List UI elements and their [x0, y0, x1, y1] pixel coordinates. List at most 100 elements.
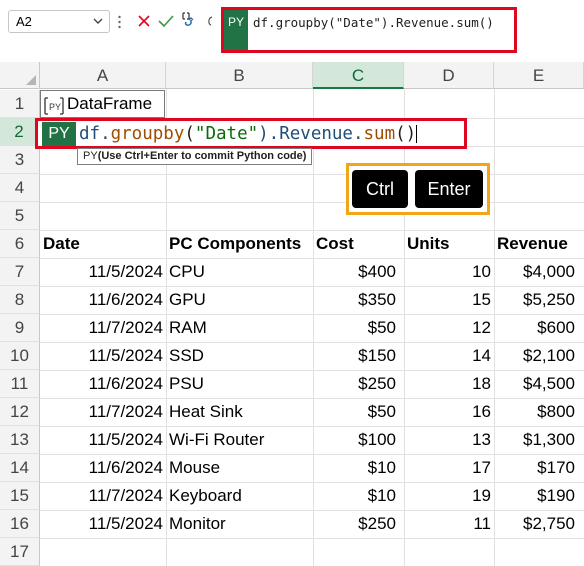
- cell-date[interactable]: 11/7/2024: [43, 398, 163, 426]
- cell-cost[interactable]: $350: [316, 286, 396, 314]
- cell-component[interactable]: Heat Sink: [169, 398, 311, 426]
- row-header-14[interactable]: 14: [0, 454, 40, 482]
- cell-cost[interactable]: $10: [316, 482, 396, 510]
- cell-units[interactable]: 19: [407, 482, 491, 510]
- formula-bar: A2 PY df.groupby("Date").Revenue.sum(): [0, 0, 584, 62]
- dataframe-icon[interactable]: PY: [43, 96, 65, 116]
- row-header-15[interactable]: 15: [0, 482, 40, 510]
- cell-date[interactable]: 11/6/2024: [43, 370, 163, 398]
- cell-date[interactable]: 11/5/2024: [43, 258, 163, 286]
- cell-component[interactable]: PSU: [169, 370, 311, 398]
- cell-date[interactable]: 11/5/2024: [43, 426, 163, 454]
- cell-component[interactable]: Wi-Fi Router: [169, 426, 311, 454]
- cell-revenue[interactable]: $5,250: [497, 286, 575, 314]
- header-date[interactable]: Date: [43, 230, 165, 258]
- cell-units[interactable]: 18: [407, 370, 491, 398]
- ctrl-key: Ctrl: [352, 170, 408, 208]
- row-header-4[interactable]: 4: [0, 174, 40, 202]
- code-token: df.: [79, 124, 111, 144]
- row-header-9[interactable]: 9: [0, 314, 40, 342]
- cell-cost[interactable]: $250: [316, 510, 396, 538]
- column-header-a[interactable]: A: [40, 62, 166, 89]
- formula-input[interactable]: PY df.groupby("Date").Revenue.sum(): [221, 7, 517, 53]
- code-token: ).Revenue.: [258, 124, 364, 144]
- cell-revenue[interactable]: $4,000: [497, 258, 575, 286]
- cell-revenue[interactable]: $1,300: [497, 426, 575, 454]
- row-header-12[interactable]: 12: [0, 398, 40, 426]
- name-box[interactable]: A2: [8, 10, 110, 33]
- select-all-corner[interactable]: [0, 62, 40, 89]
- keyboard-shortcut-callout: Ctrl Enter: [346, 163, 490, 215]
- cell-component[interactable]: Mouse: [169, 454, 311, 482]
- column-header-c[interactable]: C: [313, 62, 404, 89]
- cell-revenue[interactable]: $2,750: [497, 510, 575, 538]
- header-cost[interactable]: Cost: [316, 230, 402, 258]
- cell-cost[interactable]: $250: [316, 370, 396, 398]
- row-header-16[interactable]: 16: [0, 510, 40, 538]
- row-header-17[interactable]: 17: [0, 538, 40, 566]
- cell-units[interactable]: 11: [407, 510, 491, 538]
- row-header-6[interactable]: 6: [0, 230, 40, 258]
- cell-units[interactable]: 17: [407, 454, 491, 482]
- cell-date[interactable]: 11/6/2024: [43, 454, 163, 482]
- cell-date[interactable]: 11/6/2024: [43, 286, 163, 314]
- code-token: (: [184, 124, 195, 144]
- cell-cost[interactable]: $50: [316, 398, 396, 426]
- python-code: df.groupby("Date").Revenue.sum(): [79, 121, 418, 147]
- cell-units[interactable]: 16: [407, 398, 491, 426]
- row-header-11[interactable]: 11: [0, 370, 40, 398]
- python-badge: PY: [224, 10, 248, 50]
- row-header-7[interactable]: 7: [0, 258, 40, 286]
- cell-component[interactable]: Monitor: [169, 510, 311, 538]
- header-revenue[interactable]: Revenue: [497, 230, 582, 258]
- python-insert-icon[interactable]: [180, 10, 204, 32]
- row-header-1[interactable]: 1: [0, 90, 40, 118]
- cell-cost[interactable]: $400: [316, 258, 396, 286]
- cell-date[interactable]: 11/7/2024: [43, 314, 163, 342]
- row-header-8[interactable]: 8: [0, 286, 40, 314]
- column-header-e[interactable]: E: [494, 62, 584, 89]
- cell-component[interactable]: GPU: [169, 286, 311, 314]
- header-units[interactable]: Units: [407, 230, 492, 258]
- cell-revenue[interactable]: $800: [497, 398, 575, 426]
- code-token: "Date": [194, 124, 259, 144]
- cell-component[interactable]: RAM: [169, 314, 311, 342]
- tooltip-text: (Use Ctrl+Enter to commit Python code): [97, 150, 307, 162]
- cell-cost[interactable]: $100: [316, 426, 396, 454]
- row-header-13[interactable]: 13: [0, 426, 40, 454]
- chevron-down-icon[interactable]: [92, 15, 104, 27]
- cell-component[interactable]: Keyboard: [169, 482, 311, 510]
- row-header-2[interactable]: 2: [0, 118, 40, 146]
- cell-cost[interactable]: $50: [316, 314, 396, 342]
- row-header-5[interactable]: 5: [0, 202, 40, 230]
- header-pc-components[interactable]: PC Components: [169, 230, 311, 258]
- python-cell-editor[interactable]: PY df.groupby("Date").Revenue.sum(): [35, 118, 467, 149]
- enter-check-icon[interactable]: [157, 13, 175, 29]
- cell-date[interactable]: 11/5/2024: [43, 510, 163, 538]
- cell-component[interactable]: SSD: [169, 342, 311, 370]
- cell-revenue[interactable]: $2,100: [497, 342, 575, 370]
- fx-icon[interactable]: [205, 13, 219, 29]
- cell-cost[interactable]: $10: [316, 454, 396, 482]
- cell-revenue[interactable]: $170: [497, 454, 575, 482]
- cell-date[interactable]: 11/5/2024: [43, 342, 163, 370]
- cell-units[interactable]: 15: [407, 286, 491, 314]
- cell-revenue[interactable]: $600: [497, 314, 575, 342]
- cell-units[interactable]: 12: [407, 314, 491, 342]
- cell-cost[interactable]: $150: [316, 342, 396, 370]
- cell-units[interactable]: 10: [407, 258, 491, 286]
- column-header-d[interactable]: D: [404, 62, 494, 89]
- cell-revenue[interactable]: $190: [497, 482, 575, 510]
- column-header-b[interactable]: B: [166, 62, 313, 89]
- cell-revenue[interactable]: $4,500: [497, 370, 575, 398]
- cell-units[interactable]: 13: [407, 426, 491, 454]
- row-header-3[interactable]: 3: [0, 146, 40, 174]
- cell-units[interactable]: 14: [407, 342, 491, 370]
- more-options-icon[interactable]: [118, 14, 121, 30]
- cell-date[interactable]: 11/7/2024: [43, 482, 163, 510]
- cell-component[interactable]: CPU: [169, 258, 311, 286]
- svg-text:PY: PY: [49, 102, 61, 112]
- tooltip-prefix: PY: [83, 150, 98, 162]
- row-header-10[interactable]: 10: [0, 342, 40, 370]
- cancel-x-icon[interactable]: [136, 13, 152, 29]
